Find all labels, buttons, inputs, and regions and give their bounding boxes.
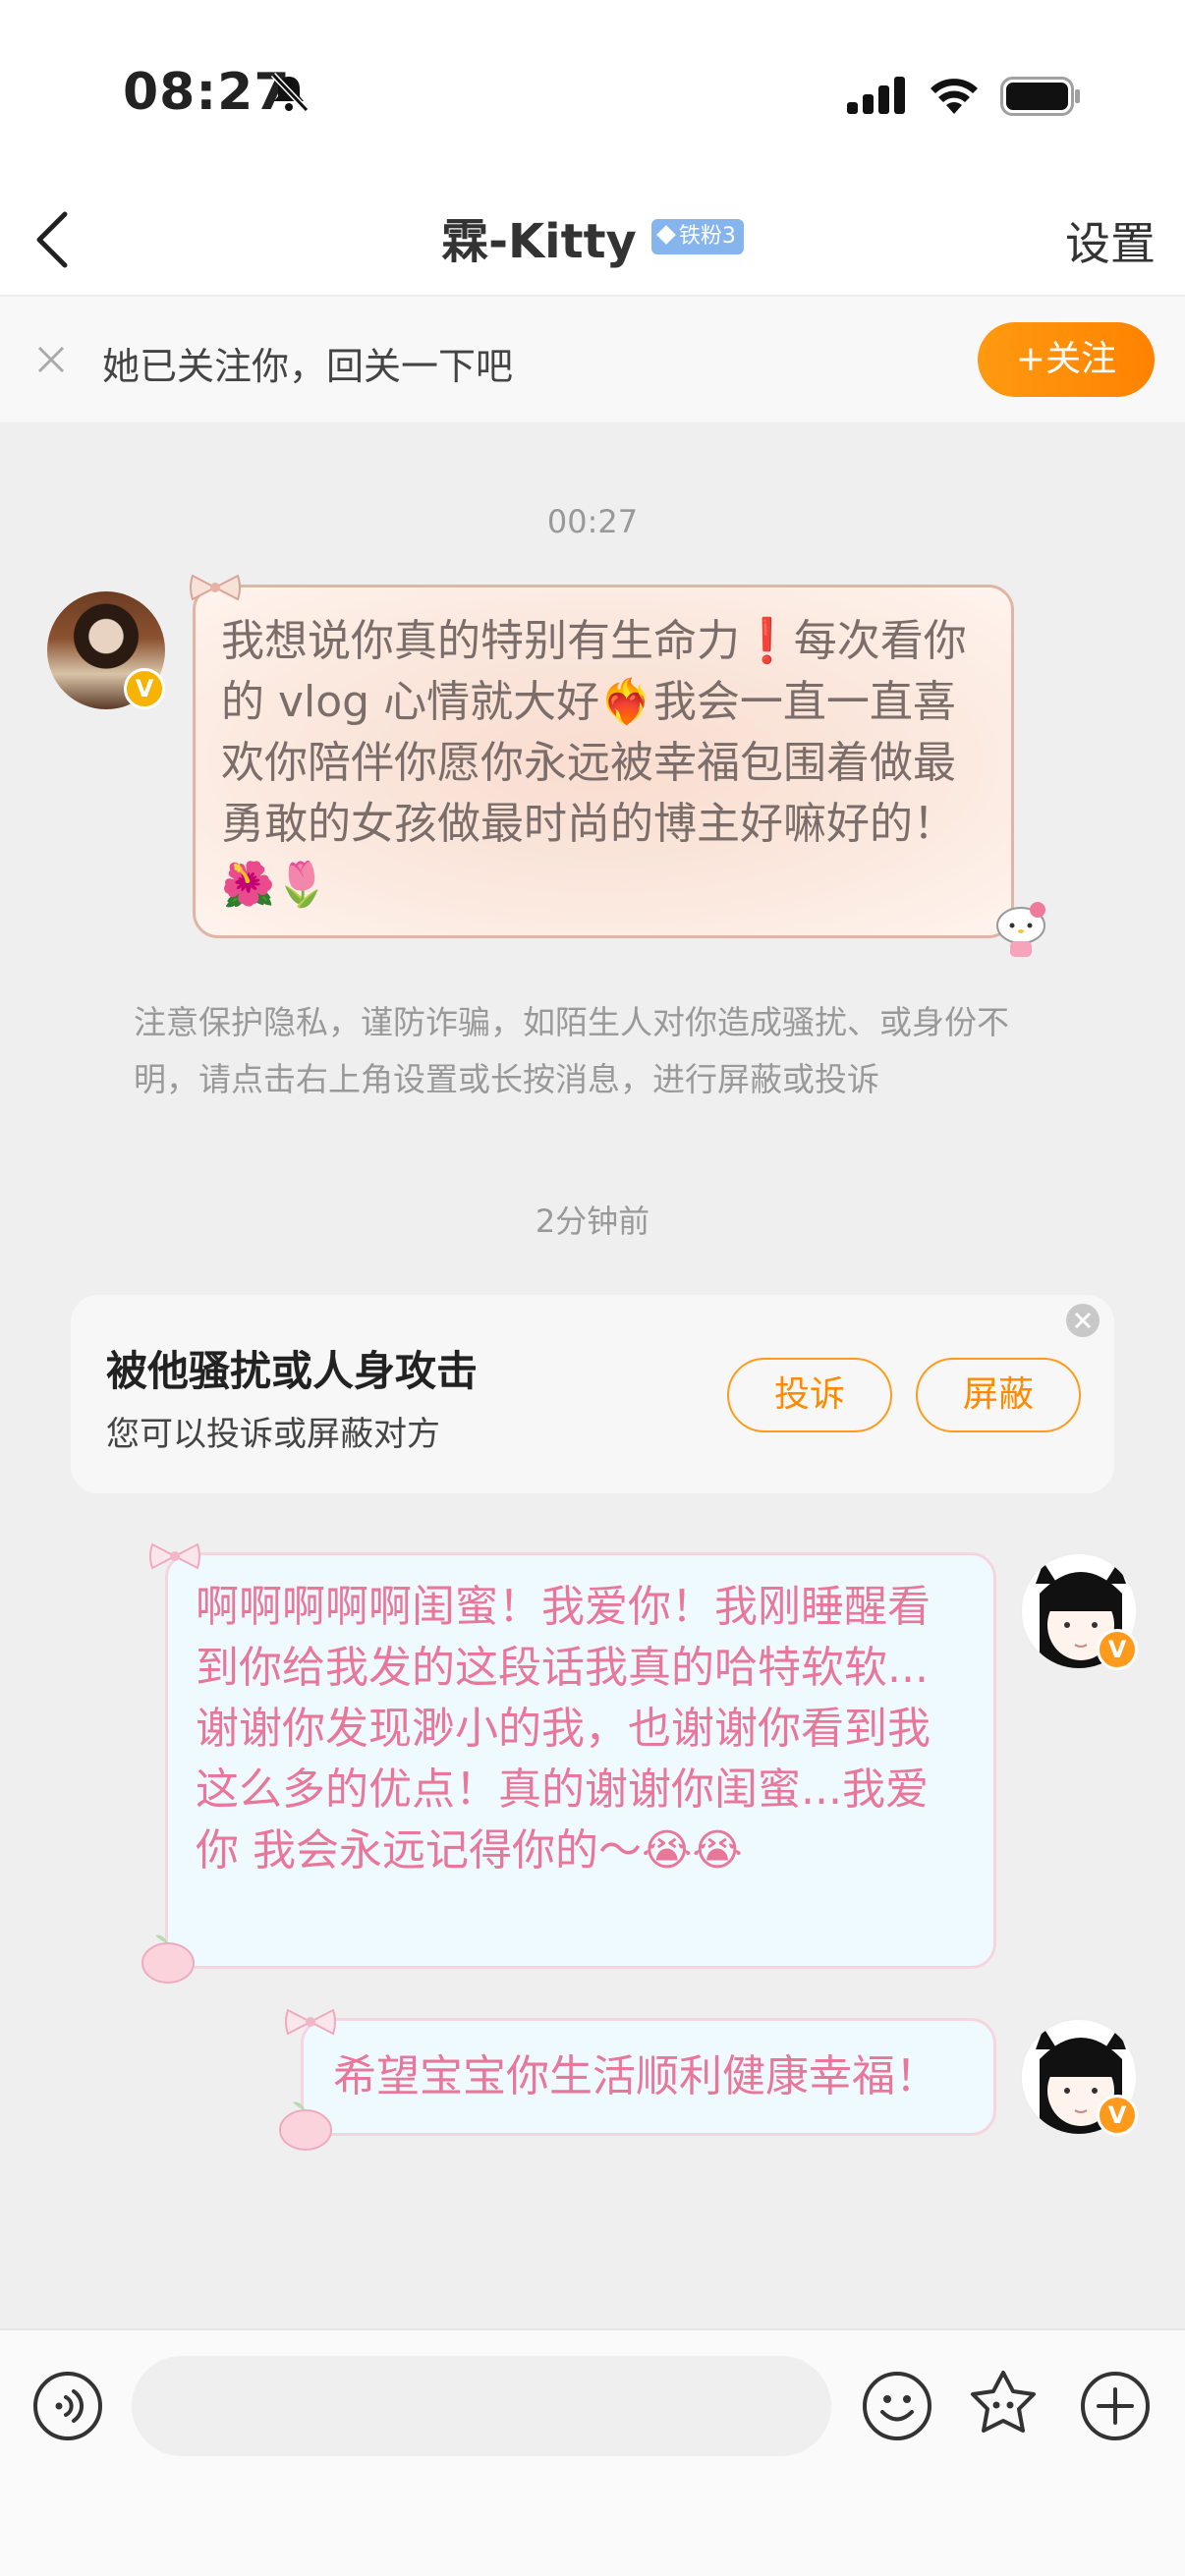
bell-slash-icon <box>270 72 310 113</box>
bow-icon <box>149 1542 200 1570</box>
verified-badge-icon: V <box>1097 2095 1138 2136</box>
bow-icon <box>285 2008 336 2036</box>
hello-kitty-icon <box>996 902 1045 957</box>
message-input[interactable] <box>132 2356 831 2456</box>
wifi-icon <box>931 79 978 114</box>
harassment-card-subtitle: 您可以投诉或屏蔽对方 <box>106 1415 440 1454</box>
outgoing-message-text: 啊啊啊啊啊闺蜜！我爱你！我刚睡醒看到你给我发的这段话我真的哈特软软...谢谢你发… <box>196 1582 931 1876</box>
diamond-icon <box>656 225 676 245</box>
page-title[interactable]: 霖-Kitty <box>441 202 637 271</box>
outgoing-message-bubble[interactable]: 啊啊啊啊啊闺蜜！我爱你！我刚睡醒看到你给我发的这段话我真的哈特软软...谢谢你发… <box>165 1552 996 1969</box>
nav-bar: 霖-Kitty 铁粉3 设置 <box>0 187 1185 297</box>
harassment-card-title: 被他骚扰或人身攻击 <box>106 1347 479 1395</box>
close-icon[interactable] <box>1065 1303 1100 1338</box>
status-bar: 08:27 <box>0 0 1185 187</box>
peach-icon <box>279 2101 332 2151</box>
settings-button[interactable]: 设置 <box>1065 208 1156 273</box>
harassment-card: 被他骚扰或人身攻击 您可以投诉或屏蔽对方 投诉 屏蔽 <box>71 1295 1114 1493</box>
peach-icon <box>141 1934 195 1984</box>
signal-icon <box>847 77 905 114</box>
follow-banner: 她已关注你，回关一下吧 +关注 <box>0 297 1185 422</box>
bow-icon <box>190 574 241 601</box>
report-button[interactable]: 投诉 <box>727 1358 892 1432</box>
title-wrap: 霖-Kitty 铁粉3 <box>0 202 1185 271</box>
follow-prompt: 她已关注你，回关一下吧 <box>102 345 514 388</box>
outgoing-message-bubble[interactable]: 希望宝宝你生活顺利健康幸福！ <box>301 2018 996 2136</box>
plus-icon[interactable] <box>1079 2370 1152 2442</box>
status-time: 08:27 <box>123 63 291 122</box>
incoming-message-text: 我想说你真的特别有生命力❗每次看你的 vlog 心情就大好❤️‍🔥我会一直一直喜… <box>221 616 967 910</box>
battery-icon <box>1000 77 1080 116</box>
input-bar <box>0 2328 1185 2576</box>
chat-area[interactable]: 00:27 V 我想说你真的特别有生命力❗每次看你的 vlog 心情就大好❤️‍… <box>0 422 1185 2328</box>
emoji-icon[interactable] <box>861 2370 933 2442</box>
incoming-message-bubble[interactable]: 我想说你真的特别有生命力❗每次看你的 vlog 心情就大好❤️‍🔥我会一直一直喜… <box>193 585 1014 938</box>
block-button[interactable]: 屏蔽 <box>916 1358 1081 1432</box>
fan-badge-label: 铁粉3 <box>678 224 736 249</box>
fan-badge: 铁粉3 <box>650 219 744 254</box>
outgoing-message-text: 希望宝宝你生活顺利健康幸福！ <box>333 2051 938 2101</box>
verified-badge-icon: V <box>1097 1629 1138 1670</box>
timestamp: 00:27 <box>546 503 639 540</box>
sticker-icon[interactable] <box>967 2368 1040 2440</box>
privacy-notice: 注意保护隐私，谨防诈骗，如陌生人对你造成骚扰、或身份不明，请点击右上角设置或长按… <box>134 1003 1009 1098</box>
voice-icon[interactable] <box>31 2370 104 2442</box>
follow-button[interactable]: +关注 <box>978 322 1155 397</box>
verified-badge-icon: V <box>124 668 165 709</box>
close-icon[interactable] <box>31 340 71 379</box>
timestamp: 2分钟前 <box>535 1203 650 1240</box>
